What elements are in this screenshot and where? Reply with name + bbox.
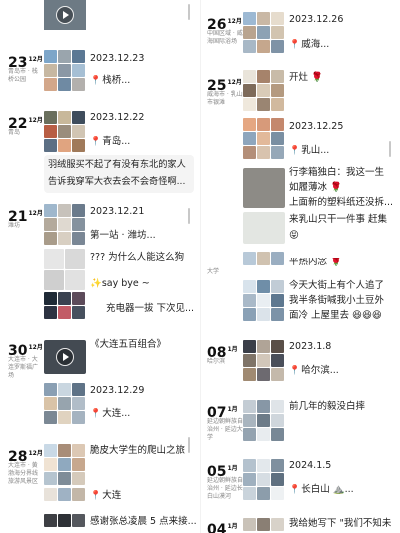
entry-date-text: 2023.12.23 <box>90 53 145 64</box>
entry-date-text: 2023.12.26 <box>289 14 344 25</box>
photo-grid[interactable] <box>44 383 85 424</box>
timeline-right-column: 2612月 中国区域 · 威海国际浴场 2023.12.26 📍威海... 25… <box>201 0 400 533</box>
photo-grid[interactable] <box>44 111 85 152</box>
entry-place[interactable]: 📍大连... <box>90 406 130 422</box>
entry-place[interactable]: 📍大连 <box>90 488 121 504</box>
photo-grid[interactable] <box>243 459 284 500</box>
entry-date-text: 2024.1.5 <box>289 460 332 471</box>
photo-thumbnail[interactable] <box>243 212 285 244</box>
photo-grid[interactable] <box>44 204 85 245</box>
photo-grid[interactable] <box>243 118 284 159</box>
entry-date-text: 2023.12.29 <box>90 385 145 396</box>
play-icon <box>56 6 74 24</box>
entry-date-text: 2023.12.21 <box>90 206 145 217</box>
location-pin-icon: 📍 <box>90 76 102 86</box>
photo-grid[interactable] <box>243 70 284 111</box>
entry-date-text: 2023.12.22 <box>90 112 145 123</box>
photo-grid[interactable] <box>44 444 85 485</box>
location-pin-icon: 📍 <box>289 366 301 376</box>
entry-line: 脆皮大学生的爬山之旅 <box>90 445 186 456</box>
photo-grid[interactable] <box>243 12 284 53</box>
entry-line: 感谢张总凌晨 5 点来接... <box>90 516 197 527</box>
location-pin-icon: 📍 <box>289 40 301 50</box>
photo-grid[interactable] <box>44 514 85 527</box>
timeline-left-column: 2312月 青岛市 · 栈桥公园 2023.12.23 📍栈桥... 2212月… <box>0 0 200 533</box>
entry-line: 行李箱独白：我这一生 <box>289 167 385 178</box>
video-thumbnail[interactable] <box>44 340 86 374</box>
photo-thumbnail[interactable] <box>243 168 285 208</box>
video-thumbnail[interactable] <box>44 0 86 30</box>
location-pin-icon: 📍 <box>289 146 301 156</box>
play-icon <box>56 348 74 366</box>
entry-place[interactable]: 📍乳山... <box>289 143 329 159</box>
photo-grid[interactable] <box>44 292 85 319</box>
scroll-marker <box>389 141 391 157</box>
note-line: 告诉我穿军大衣去会不会奇怪啊... <box>48 176 186 187</box>
location-pin-icon: 📍 <box>90 137 102 147</box>
entry-line: 上面新的塑料纸还没拆... <box>289 197 394 208</box>
photo-grid[interactable] <box>243 400 284 441</box>
scroll-marker <box>188 4 190 20</box>
location-pin-icon: 📍 <box>90 491 102 501</box>
photo-grid[interactable] <box>243 280 284 321</box>
entry-location: 大连市 · 黄渤海分界线旅游风景区 <box>8 462 39 485</box>
entry-line: 我半条街喊我小土豆外 <box>289 295 385 306</box>
entry-line: 如履薄冰 🌹 <box>289 182 342 193</box>
photo-grid[interactable] <box>44 50 85 91</box>
entry-line: ✨say bye ~ <box>90 278 150 289</box>
photo-grid[interactable] <box>243 518 284 531</box>
entry-location: 青岛市 · 栈桥公园 <box>8 68 38 83</box>
entry-location: 潍坊 <box>8 222 21 229</box>
entry-line: 开灶 🌹 <box>289 72 323 83</box>
location-pin-icon: 📍 <box>289 485 301 495</box>
entry-line: 😝 <box>289 230 299 241</box>
scroll-marker <box>188 208 190 224</box>
entry-location: 大学 <box>207 268 220 275</box>
photo-grid[interactable] <box>243 340 284 381</box>
text-note-card[interactable]: 羽绒服买不起了有没有东北的家人 告诉我穿军大衣去会不会奇怪啊... <box>44 155 194 193</box>
entry-place[interactable]: 📍威海... <box>289 37 329 53</box>
scroll-marker <box>188 437 190 453</box>
entry-location: 大连市 · 大连罗斯福广场 <box>8 356 39 379</box>
entry-location: 中国区域 · 威海国际浴场 <box>207 30 243 45</box>
entry-place[interactable]: 📍栈桥... <box>90 73 130 89</box>
entry-location: 延边朝鲜族自治州 · 延边长白山漠河 <box>207 477 244 500</box>
entry-line: ??? 为什么人能这么狗 <box>90 252 185 263</box>
entry-line: 前几年的毅没白摔 <box>289 401 366 412</box>
entry-location: 青岛 <box>8 129 21 136</box>
note-line: 羽绒服买不起了有没有东北的家人 <box>48 159 186 170</box>
entry-line: 第一站 · 潍坊... <box>90 230 156 241</box>
entry-line: 来乳山只干一件事 赶集 <box>289 214 388 225</box>
photo-grid[interactable] <box>243 252 284 265</box>
entry-location: 哈尔滨 <box>207 358 226 365</box>
entry-location: 延边朝鲜族自治州 · 延边大学 <box>207 418 244 441</box>
entry-location: 威海市 · 乳山市银滩 <box>207 91 243 106</box>
entry-title: 《大连五百组合》 <box>90 339 167 350</box>
entry-line: 我给她写下 "我们不知未 <box>289 518 392 529</box>
entry-place[interactable]: 📍青岛... <box>90 134 130 150</box>
entry-date-text: 2023.1.8 <box>289 341 332 352</box>
photo-grid[interactable] <box>44 488 85 501</box>
location-pin-icon: 📍 <box>90 409 102 419</box>
entry-line: 充电器一拔 下次见... <box>106 303 195 314</box>
photo-grid[interactable] <box>44 249 85 290</box>
entry-line: 面冷 上屋里去 😆😆😆 <box>289 310 382 321</box>
entry-place[interactable]: 📍长白山 ⛰️... <box>289 482 354 498</box>
entry-line: 今天大街上有个人追了 <box>289 280 385 291</box>
entry-place[interactable]: 📍哈尔滨... <box>289 363 339 379</box>
entry-date: 041月 <box>207 522 238 533</box>
entry-line: 平热内念 🌹 <box>289 258 342 267</box>
entry-date-text: 2023.12.25 <box>289 121 344 132</box>
